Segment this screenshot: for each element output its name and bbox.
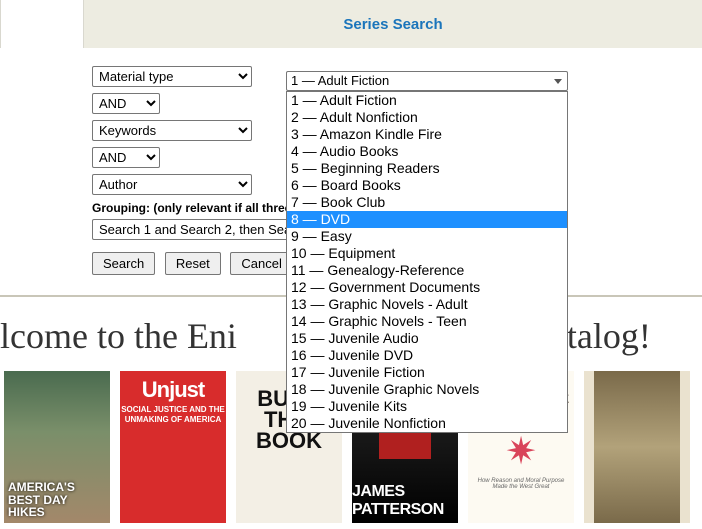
material-type-option[interactable]: 14 — Graphic Novels - Teen — [287, 313, 567, 330]
reset-button[interactable]: Reset — [165, 252, 221, 275]
material-type-option[interactable]: 18 — Juvenile Graphic Novels — [287, 381, 567, 398]
welcome-prefix: lcome to the Eni — [0, 316, 237, 356]
material-type-selected[interactable]: 1 — Adult Fiction — [286, 71, 568, 91]
material-type-option[interactable]: 19 — Juvenile Kits — [287, 398, 567, 415]
material-type-option[interactable]: 7 — Book Club — [287, 194, 567, 211]
book-title: AMERICA'S BEST DAY HIKES — [4, 477, 110, 523]
material-type-option[interactable]: 3 — Amazon Kindle Fire — [287, 126, 567, 143]
material-type-option[interactable]: 10 — Equipment — [287, 245, 567, 262]
book-cover[interactable]: Unjust SOCIAL JUSTICE AND THE UNMAKING O… — [120, 371, 226, 523]
operator-select-1[interactable]: ANDORNOT — [92, 93, 160, 114]
material-type-option[interactable]: 6 — Board Books — [287, 177, 567, 194]
field-select-2[interactable]: Material typeKeywordsAuthorTitleSubject — [92, 120, 252, 141]
book-cover[interactable]: AMERICA'S BEST DAY HIKES — [4, 371, 110, 523]
page-title: Series Search — [84, 16, 702, 33]
material-type-option[interactable]: 17 — Juvenile Fiction — [287, 364, 567, 381]
material-type-option[interactable]: 1 — Adult Fiction — [287, 92, 567, 109]
star-icon: ✷ — [472, 429, 570, 474]
material-type-option[interactable]: 9 — Easy — [287, 228, 567, 245]
book-author: JAMES PATTERSON — [352, 483, 458, 523]
cover-art — [594, 371, 680, 523]
material-type-option[interactable]: 11 — Genealogy-Reference — [287, 262, 567, 279]
material-type-option[interactable]: 13 — Graphic Novels - Adult — [287, 296, 567, 313]
topbar: Series Search — [0, 0, 702, 48]
book-cover[interactable] — [584, 371, 690, 523]
material-type-option[interactable]: 12 — Government Documents — [287, 279, 567, 296]
field-select-1[interactable]: Material typeKeywordsAuthorTitleSubject — [92, 66, 252, 87]
material-type-option[interactable]: 15 — Juvenile Audio — [287, 330, 567, 347]
material-type-option[interactable]: 8 — DVD — [287, 211, 567, 228]
material-type-dropdown[interactable]: 1 — Adult Fiction 1 — Adult Fiction2 — A… — [286, 71, 568, 433]
active-tab[interactable] — [0, 0, 84, 48]
field-select-3[interactable]: Material typeKeywordsAuthorTitleSubject — [92, 174, 252, 195]
material-type-option[interactable]: 5 — Beginning Readers — [287, 160, 567, 177]
material-type-option[interactable]: 2 — Adult Nonfiction — [287, 109, 567, 126]
material-type-option[interactable]: 4 — Audio Books — [287, 143, 567, 160]
material-type-listbox[interactable]: 1 — Adult Fiction2 — Adult Nonfiction3 —… — [286, 91, 568, 433]
book-title: Unjust — [120, 377, 226, 403]
search-button[interactable]: Search — [92, 252, 155, 275]
material-type-option[interactable]: 16 — Juvenile DVD — [287, 347, 567, 364]
material-type-option[interactable]: 20 — Juvenile Nonfiction — [287, 415, 567, 432]
book-subtitle: SOCIAL JUSTICE AND THE UNMAKING OF AMERI… — [120, 405, 226, 424]
book-subtitle: How Reason and Moral Purpose Made the We… — [472, 478, 570, 492]
cancel-button[interactable]: Cancel — [230, 252, 292, 275]
operator-select-2[interactable]: ANDORNOT — [92, 147, 160, 168]
